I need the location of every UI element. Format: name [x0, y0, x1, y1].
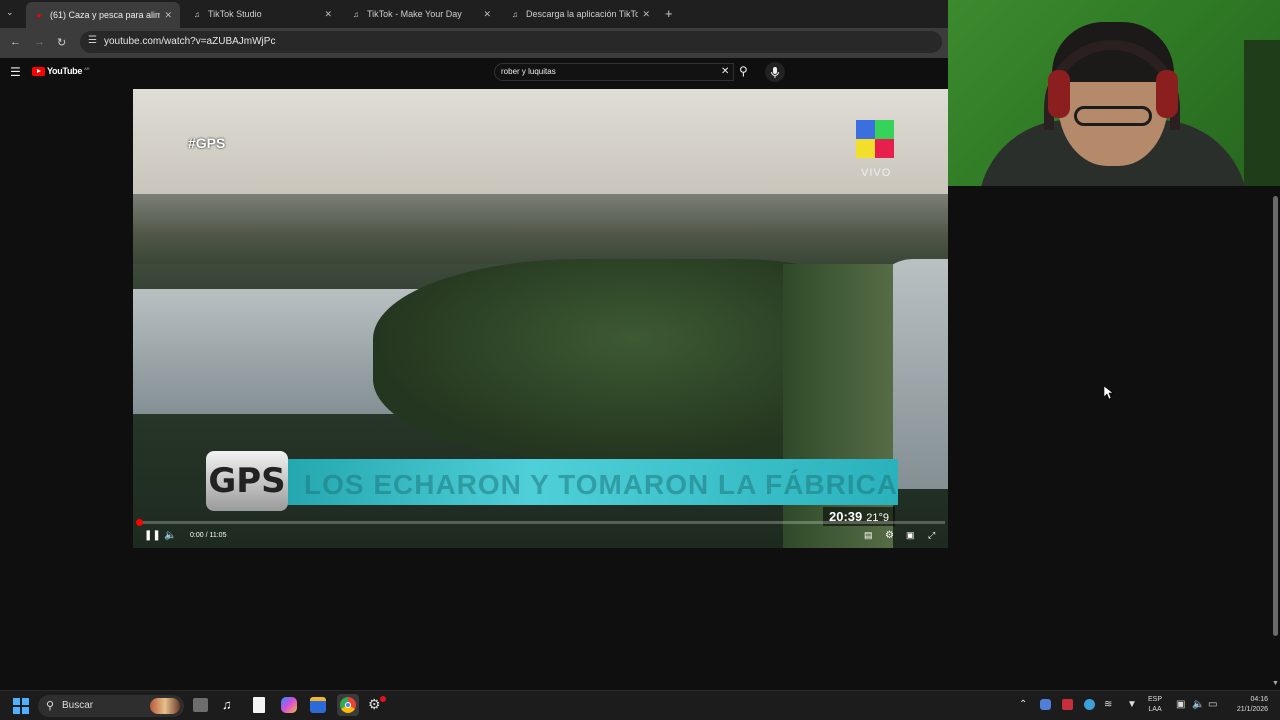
microphone-icon[interactable]: ▼: [1127, 699, 1137, 710]
youtube-logo[interactable]: YouTube AR: [32, 66, 90, 76]
hashtag-label: #GPS: [188, 135, 226, 151]
tiktok-icon: ♫: [194, 9, 200, 19]
wall-shadow: [1244, 40, 1280, 186]
youtube-play-icon: [32, 66, 45, 76]
network-icon[interactable]: ≋: [1104, 699, 1112, 710]
settings-gear-icon[interactable]: ⚙: [885, 530, 894, 541]
tiktok-icon: ♫: [353, 9, 359, 19]
taskbar-search[interactable]: ⚲ Buscar: [38, 695, 184, 717]
pause-icon[interactable]: ❚❚: [144, 530, 161, 541]
search-highlight-icon: [150, 698, 180, 714]
menu-icon[interactable]: ☰: [10, 65, 21, 79]
file-icon[interactable]: [253, 697, 265, 713]
scrollbar-thumb[interactable]: [1273, 196, 1278, 636]
close-tab-icon[interactable]: ✕: [642, 9, 650, 20]
browser-toolbar: ← → ↻ ☰ youtube.com/watch?v=aZUBAJmWjPc: [0, 28, 948, 56]
tab-tiktok[interactable]: ♫ TikTok - Make Your Day ✕: [343, 4, 499, 24]
clock-date: 21/1/2026: [1236, 706, 1268, 713]
forward-arrow-icon[interactable]: →: [34, 36, 45, 48]
tray-app-icon[interactable]: [1062, 699, 1073, 710]
taskbar-search-placeholder: Buscar: [62, 700, 94, 711]
url-text: youtube.com/watch?v=aZUBAJmWjPc: [104, 36, 276, 47]
search-query: rober y luquitas: [501, 67, 556, 76]
youtube-icon: ●: [36, 10, 42, 20]
headline-strip: LOS ECHARON Y TOMARON LA FÁBRICA: [288, 459, 898, 505]
close-tab-icon[interactable]: ✕: [164, 10, 172, 21]
address-bar[interactable]: ☰ youtube.com/watch?v=aZUBAJmWjPc: [80, 31, 942, 53]
volume-icon[interactable]: 🔈: [164, 530, 176, 541]
miniplayer-icon[interactable]: ▣: [906, 530, 915, 541]
tab-label: (61) Caza y pesca para alim: [50, 10, 161, 20]
youtube-header: ☰ YouTube AR rober y luquitas ✕ ⚲: [0, 56, 948, 86]
tray-app-icon[interactable]: [1040, 699, 1051, 710]
close-tab-icon[interactable]: ✕: [483, 9, 491, 20]
new-tab-button[interactable]: +: [665, 6, 673, 21]
language-indicator[interactable]: ESP LAA: [1148, 695, 1162, 715]
scrollbar[interactable]: [1271, 186, 1280, 680]
tab-tiktok-download[interactable]: ♫ Descarga la aplicación TikTok p ✕: [502, 4, 658, 24]
display-icon[interactable]: ▣: [1176, 699, 1185, 710]
progress-bar[interactable]: [136, 519, 945, 526]
scroll-down-arrow-icon[interactable]: ▼: [1272, 680, 1279, 687]
search-icon[interactable]: ⚲: [739, 64, 748, 78]
subtitles-icon[interactable]: ▤: [864, 530, 873, 541]
webcam-overlay: [948, 0, 1280, 186]
search-input[interactable]: rober y luquitas ✕: [494, 63, 734, 81]
region-code: AR: [84, 65, 90, 71]
headline-text: LOS ECHARON Y TOMARON LA FÁBRICA: [304, 469, 899, 500]
time-display: 0:00 / 11:05: [190, 532, 227, 539]
gps-logo: GPS: [206, 451, 288, 511]
city-skyline: [133, 194, 951, 264]
clock[interactable]: 04:16 21/1/2026: [1226, 695, 1268, 715]
tiktok-icon: ♫: [512, 9, 518, 19]
sky: [133, 89, 951, 199]
settings-gear-icon[interactable]: ⚙: [368, 696, 381, 713]
notification-dot: [380, 696, 386, 702]
battery-icon[interactable]: ▭: [1208, 699, 1217, 710]
channel-logo: [856, 120, 894, 158]
right-panel: [948, 186, 1280, 720]
chrome-icon[interactable]: [337, 694, 359, 716]
tiktok-app-icon[interactable]: ♫: [222, 697, 232, 712]
lower-third: LOS ECHARON Y TOMARON LA FÁBRICA GPS: [206, 451, 898, 511]
tab-label: TikTok Studio: [208, 9, 262, 19]
back-arrow-icon[interactable]: ←: [10, 36, 21, 48]
clock-time: 04:16: [1250, 696, 1268, 703]
taskbar: ⚲ Buscar ♫ ⚙ ⌃ ≋ ▼ ESP LAA ▣ 🔈 ▭ 04:16 2…: [0, 690, 1280, 720]
youtube-wordmark: YouTube: [47, 66, 83, 76]
headphone-cup-left: [1048, 70, 1070, 118]
tab-youtube[interactable]: ● (61) Caza y pesca para alim ✕: [26, 2, 180, 28]
scrubber-handle[interactable]: [136, 519, 143, 526]
tab-label: Descarga la aplicación TikTok p: [526, 9, 639, 19]
microphone-icon[interactable]: [765, 62, 785, 82]
language-code: ESP: [1148, 696, 1163, 703]
volume-icon[interactable]: 🔈: [1192, 699, 1204, 710]
task-view-icon[interactable]: [193, 698, 208, 712]
tab-tiktok-studio[interactable]: ♫ TikTok Studio ✕: [184, 4, 340, 24]
fullscreen-icon[interactable]: ⤢: [928, 530, 935, 541]
show-hidden-icons[interactable]: ⌃: [1019, 699, 1027, 710]
tab-label: TikTok - Make Your Day: [367, 9, 462, 19]
mouse-cursor-icon: [1104, 386, 1114, 400]
site-info-icon[interactable]: ☰: [88, 35, 97, 46]
copilot-icon[interactable]: [281, 697, 297, 713]
reload-icon[interactable]: ↻: [57, 36, 66, 49]
glasses: [1074, 106, 1152, 126]
keyboard-layout: LAA: [1148, 706, 1162, 713]
tray-app-icon[interactable]: [1084, 699, 1095, 710]
store-icon[interactable]: [310, 697, 326, 713]
search-icon: ⚲: [46, 700, 55, 712]
browser-tab-strip: ⌄ ● (61) Caza y pesca para alim ✕ ♫ TikT…: [0, 0, 948, 28]
clear-search-icon[interactable]: ✕: [721, 66, 729, 77]
windows-start-icon[interactable]: [13, 698, 29, 714]
headphone-cup-right: [1156, 70, 1178, 118]
close-tab-icon[interactable]: ✕: [324, 9, 332, 20]
tab-list-chevron-icon[interactable]: ⌄: [6, 7, 14, 18]
live-label: VIVO: [861, 167, 892, 179]
video-player[interactable]: #GPS VIVO LOS ECHARON Y TOMARON LA FÁBRI…: [133, 89, 951, 548]
